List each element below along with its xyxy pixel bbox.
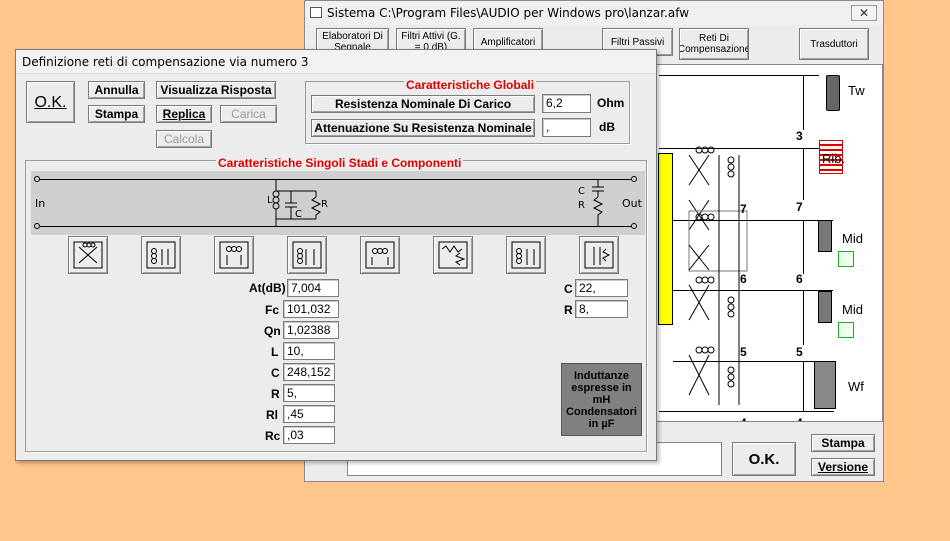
compensation-dialog: Definizione reti di compensazione via nu… <box>15 49 657 461</box>
cl-series-icon <box>365 241 395 269</box>
param-field-at[interactable]: 7,004 <box>287 279 339 297</box>
param-field-qn[interactable]: 1,02388 <box>283 321 339 339</box>
toolbar-reti[interactable]: Reti Di Compensazione <box>679 28 749 60</box>
lcr-tank-icon <box>511 241 541 269</box>
app-icon <box>310 7 322 18</box>
param-label-l: L <box>271 345 279 359</box>
param-label-r: R <box>271 387 280 401</box>
schematic-label-r: R <box>321 199 328 210</box>
inner-number: 7 <box>740 202 747 216</box>
schematic-strip[interactable]: In Out L C R C R <box>31 171 645 235</box>
param-label-at: At(dB) <box>249 281 286 295</box>
param-label-c: C <box>271 366 280 380</box>
schematic-label-l: L <box>267 195 273 206</box>
stage-type-button-3[interactable] <box>214 236 254 274</box>
annulla-button[interactable]: Annulla <box>88 81 145 99</box>
mid-speaker-icon[interactable] <box>818 220 832 252</box>
param-field-c[interactable]: 248,152 <box>283 363 335 381</box>
mid-speaker-icon[interactable] <box>818 291 832 323</box>
versione-button[interactable]: Versione <box>811 458 875 476</box>
notch-icon <box>73 241 103 269</box>
visualizza-risposta-button[interactable]: Visualizza Risposta <box>156 81 276 99</box>
back-title-text: Sistema C:\Program Files\AUDIO per Windo… <box>327 6 690 20</box>
units-note: Induttanze espresse in mH Condensatori i… <box>561 363 642 436</box>
schematic-label-c2: C <box>578 186 585 197</box>
channel-number: 7 <box>796 200 803 214</box>
stages-group: Caratteristiche Singoli Stadi e Componen… <box>25 156 647 452</box>
close-button[interactable]: ✕ <box>851 5 877 21</box>
schematic-label-r2: R <box>578 200 585 211</box>
param2-field-c[interactable]: 22, <box>575 279 628 297</box>
ok-button[interactable]: O.K. <box>26 81 75 123</box>
channel-number: 5 <box>796 345 803 359</box>
speaker-label: Tw <box>848 83 865 98</box>
lcr-parallel-icon <box>146 241 176 269</box>
stage-type-button-7[interactable] <box>506 236 546 274</box>
stage-type-button-1[interactable] <box>68 236 108 274</box>
stampa-button[interactable]: Stampa <box>88 105 145 123</box>
speaker-label: Rib. <box>822 151 846 166</box>
inner-number: 4 <box>740 416 747 421</box>
param-label-fc: Fc <box>265 303 280 317</box>
speaker-label: Mid <box>842 302 863 317</box>
resistenza-unit: Ohm <box>597 96 625 110</box>
param-field-fc[interactable]: 101,032 <box>283 300 339 318</box>
inner-number: 6 <box>740 272 747 286</box>
stage-type-button-5[interactable] <box>360 236 400 274</box>
param-field-r[interactable]: 5, <box>283 384 335 402</box>
back-title-bar: Sistema C:\Program Files\AUDIO per Windo… <box>305 1 883 25</box>
tweeter-icon[interactable] <box>826 75 840 111</box>
stampa-button-back[interactable]: Stampa <box>811 434 875 452</box>
dialog-title: Definizione reti di compensazione via nu… <box>22 55 309 69</box>
channel-number: 6 <box>796 272 803 286</box>
calcola-button[interactable]: Calcola <box>156 130 212 148</box>
carica-button[interactable]: Carica <box>220 105 277 123</box>
attenuazione-value-field[interactable]: , <box>542 118 591 137</box>
speaker-label: Wf <box>848 379 864 394</box>
stages-title: Caratteristiche Singoli Stadi e Componen… <box>216 156 464 170</box>
param2-field-r[interactable]: 8, <box>575 300 628 318</box>
attenuazione-unit: dB <box>599 120 615 134</box>
inner-number: 5 <box>740 345 747 359</box>
enclosure-icon[interactable] <box>838 251 854 267</box>
woofer-icon[interactable] <box>814 361 836 409</box>
param-label-rl: Rl <box>266 408 278 422</box>
enclosure-icon[interactable] <box>838 322 854 338</box>
param2-label-r: R <box>564 303 573 317</box>
toolbar-trasduttori[interactable]: Trasduttori <box>799 28 869 60</box>
input-label: In <box>35 197 46 210</box>
resistenza-value-field[interactable]: 6,2 <box>542 94 591 113</box>
schematic-label-c: C <box>295 209 302 220</box>
attenuazione-button[interactable]: Attenuazione Su Resistenza Nominale <box>311 119 535 137</box>
output-label: Out <box>622 197 642 210</box>
stage-type-button-8[interactable] <box>579 236 619 274</box>
channel-number: 3 <box>796 129 803 143</box>
stage-type-button-2[interactable] <box>141 236 181 274</box>
channel-number: 4 <box>796 416 803 421</box>
param-label-rc: Rc <box>265 429 281 443</box>
filter-network-graphic <box>688 146 748 405</box>
lc-series-icon <box>219 241 249 269</box>
stage-type-button-6[interactable] <box>433 236 473 274</box>
lcr-shunt-icon <box>292 241 322 269</box>
dialog-title-bar: Definizione reti di compensazione via nu… <box>16 50 656 74</box>
speaker-label: Mid <box>842 231 863 246</box>
back-ok-button[interactable]: O.K. <box>732 442 796 476</box>
rc-shunt-icon <box>584 241 614 269</box>
param-field-rl[interactable]: ,45 <box>283 405 335 423</box>
param-label-qn: Qn <box>264 324 281 338</box>
param-field-rc[interactable]: ,03 <box>283 426 335 444</box>
stage-type-button-4-selected[interactable] <box>287 236 327 274</box>
param2-label-c: C <box>564 282 573 296</box>
rc-stage-graphic <box>592 179 604 226</box>
replica-button[interactable]: Replica <box>156 105 212 123</box>
globals-title: Caratteristiche Globali <box>404 78 537 92</box>
resistenza-nominale-button[interactable]: Resistenza Nominale Di Carico <box>311 95 535 113</box>
param-field-l[interactable]: 10, <box>283 342 335 360</box>
resistor-divider-icon <box>438 241 468 269</box>
globals-group: Caratteristiche Globali Resistenza Nomin… <box>305 78 630 144</box>
